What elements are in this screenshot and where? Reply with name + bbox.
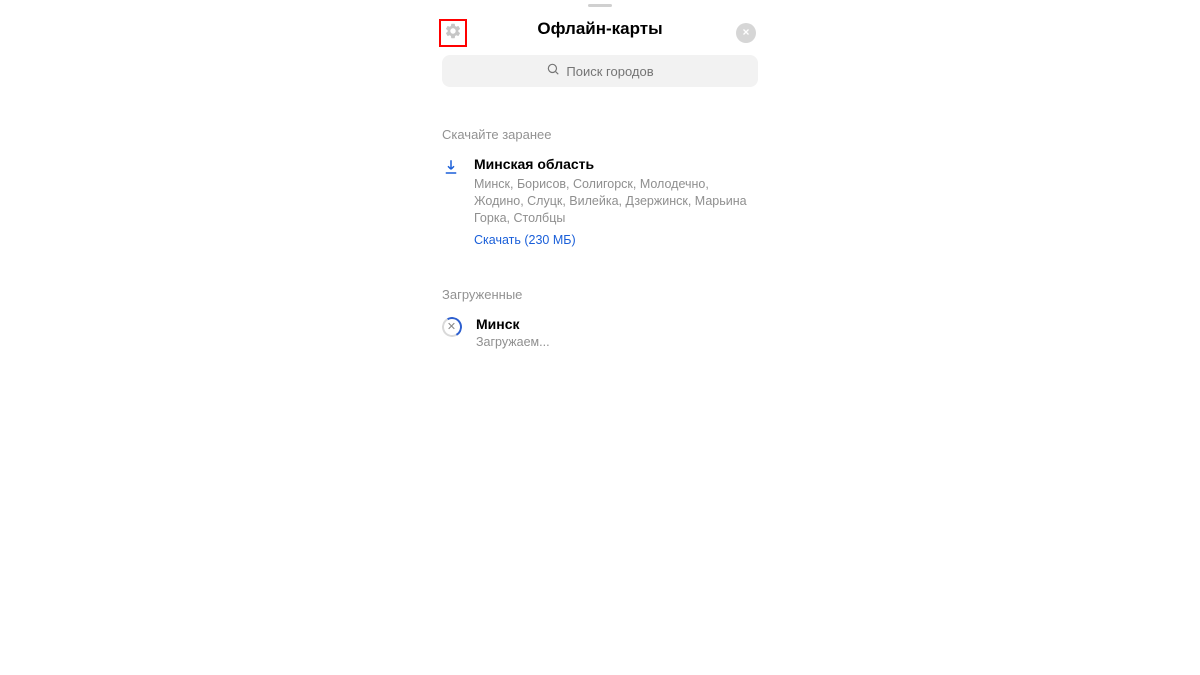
settings-button[interactable]	[439, 19, 467, 47]
loaded-item: ✕ Минск Загружаем...	[424, 316, 776, 349]
search-placeholder: Поиск городов	[566, 64, 653, 79]
search-input[interactable]: Поиск городов	[442, 55, 758, 87]
loaded-city-name: Минск	[476, 316, 758, 332]
region-name: Минская область	[474, 156, 758, 172]
close-icon	[741, 24, 751, 42]
preload-section-title: Скачайте заранее	[442, 127, 758, 142]
search-icon	[546, 62, 560, 81]
region-content: Минская область Минск, Борисов, Солигорс…	[474, 156, 758, 247]
cancel-download-button[interactable]: ✕	[440, 314, 464, 338]
loaded-section-title: Загруженные	[442, 287, 758, 302]
page-title: Офлайн-карты	[537, 19, 662, 39]
panel-header: Офлайн-карты	[424, 9, 776, 49]
region-description: Минск, Борисов, Солигорск, Молодечно, Жо…	[474, 176, 758, 227]
close-button[interactable]	[736, 23, 756, 43]
drag-handle[interactable]	[588, 4, 612, 7]
loaded-content: Минск Загружаем...	[476, 316, 758, 349]
download-link[interactable]: Скачать (230 МБ)	[474, 233, 758, 247]
loaded-status: Загружаем...	[476, 335, 758, 349]
region-item: Минская область Минск, Борисов, Солигорс…	[424, 156, 776, 247]
offline-maps-panel: Офлайн-карты Поиск городов Скачайте зара…	[424, 0, 776, 349]
download-icon[interactable]	[442, 158, 460, 181]
gear-icon	[444, 22, 462, 45]
close-icon: ✕	[447, 321, 456, 332]
